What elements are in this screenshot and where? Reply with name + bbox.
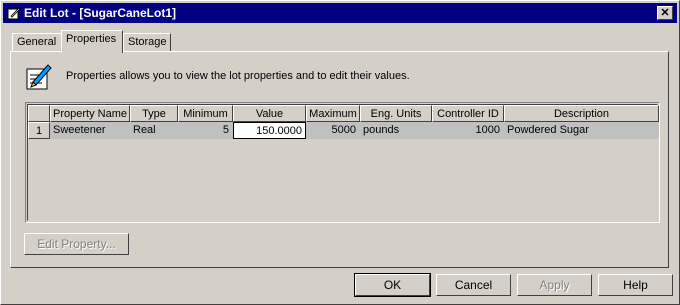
cell-value[interactable]: 150.0000 [233, 122, 306, 139]
close-button[interactable]: ✕ [657, 6, 673, 20]
cell-description[interactable]: Powdered Sugar [504, 122, 659, 139]
tab-storage[interactable]: Storage [123, 33, 171, 51]
column-header-type[interactable]: Type [130, 105, 178, 122]
info-text: Properties allows you to view the lot pr… [66, 70, 410, 82]
cell-property-name[interactable]: Sweetener [50, 122, 130, 139]
tab-properties[interactable]: Properties [61, 30, 123, 53]
cell-type[interactable]: Real [130, 122, 178, 139]
column-header-property-name[interactable]: Property Name [50, 105, 130, 122]
column-header-minimum[interactable]: Minimum [178, 105, 233, 122]
help-button[interactable]: Help [598, 274, 673, 296]
column-header-value[interactable]: Value [233, 105, 306, 122]
ok-button[interactable]: OK [354, 273, 431, 297]
row-header-corner [28, 105, 50, 122]
close-icon: ✕ [660, 7, 670, 19]
lot-app-icon [7, 7, 21, 20]
cell-maximum[interactable]: 5000 [306, 122, 360, 139]
window-title: Edit Lot - [SugarCaneLot1] [24, 6, 176, 20]
title-bar: Edit Lot - [SugarCaneLot1] ✕ [3, 3, 677, 23]
column-header-maximum[interactable]: Maximum [306, 105, 360, 122]
lot-properties-icon [26, 64, 52, 90]
cell-minimum[interactable]: 5 [178, 122, 233, 139]
column-header-controller-id[interactable]: Controller ID [432, 105, 504, 122]
properties-panel: Properties allows you to view the lot pr… [10, 51, 669, 268]
row-header[interactable]: 1 [28, 122, 50, 139]
cell-eng-units[interactable]: pounds [360, 122, 432, 139]
cancel-button[interactable]: Cancel [436, 274, 511, 296]
edit-lot-dialog: Edit Lot - [SugarCaneLot1] ✕ General Pro… [0, 0, 680, 305]
properties-grid[interactable]: Property Name Type Minimum Value Maximum… [25, 102, 660, 223]
column-header-description[interactable]: Description [504, 105, 659, 122]
cell-controller-id[interactable]: 1000 [432, 122, 504, 139]
edit-property-button[interactable]: Edit Property... [24, 233, 129, 255]
apply-button[interactable]: Apply [517, 274, 592, 296]
column-header-eng-units[interactable]: Eng. Units [360, 105, 432, 122]
